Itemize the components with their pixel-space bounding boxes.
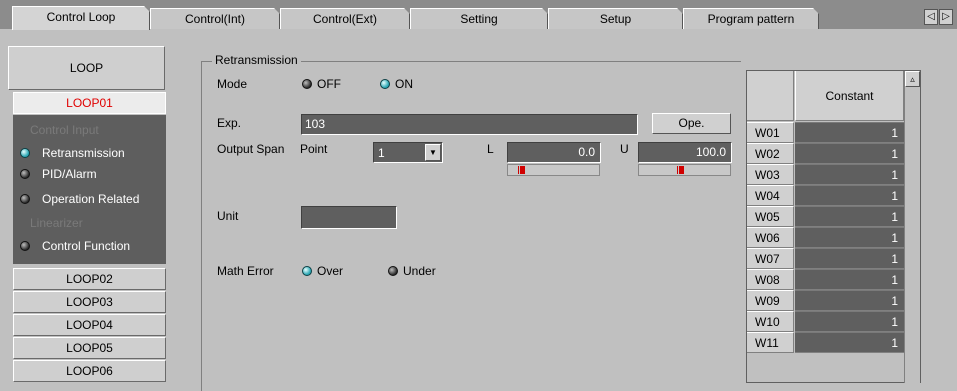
ope-button[interactable]: Ope. [652,113,731,134]
point-label: Point [300,142,328,156]
table-row-value[interactable]: 1 [795,248,904,269]
table-row-value[interactable]: 1 [795,143,904,164]
table-row-value[interactable]: 1 [795,164,904,185]
table-row-value[interactable]: 1 [795,122,904,143]
radio-selected-icon [20,148,30,158]
limit-marker-icon [638,164,731,176]
radio-selected-icon [302,266,312,276]
section-label: Retransmission [42,146,125,160]
section-label: Operation Related [42,192,140,206]
radio-unselected-icon [20,241,30,251]
triangle-right-icon[interactable]: ▷ [939,9,953,25]
tab-program-pattern[interactable]: Program pattern [683,8,819,29]
tab-control-loop[interactable]: Control Loop [12,6,150,30]
tab-control-int[interactable]: Control(Int) [150,8,280,29]
radio-selected-icon [380,79,390,89]
table-row-label: W11 [747,332,794,353]
point-select[interactable]: 1 ▼ [373,142,443,163]
loop-item-loop06[interactable]: LOOP06 [13,360,166,382]
table-row-label: W05 [747,206,794,227]
table-row-label: W01 [747,122,794,143]
loop-header: LOOP [8,46,165,90]
table-row-value[interactable]: 1 [795,227,904,248]
table-row-label: W03 [747,164,794,185]
mode-on-radio[interactable]: ON [380,76,430,92]
table-row-label: W06 [747,227,794,248]
radio-unselected-icon [302,79,312,89]
table-row-label: W04 [747,185,794,206]
table-row-value[interactable]: 1 [795,206,904,227]
limit-marker-icon [507,164,600,176]
scroll-thumb[interactable] [905,88,920,383]
loop-item-loop03[interactable]: LOOP03 [13,291,166,313]
math-error-label: Math Error [217,264,274,278]
unit-label: Unit [217,209,239,223]
tab-setup[interactable]: Setup [548,8,683,29]
under-label: Under [403,264,436,278]
unit-field[interactable] [301,206,397,229]
loop-item-loop02[interactable]: LOOP02 [13,268,166,290]
exp-label: Exp. [217,116,242,130]
tab-setting[interactable]: Setting [410,8,548,29]
triangle-left-icon[interactable]: ◁ [924,9,938,25]
table-row-label: W02 [747,143,794,164]
group-title: Retransmission [212,53,301,67]
mode-off-radio[interactable]: OFF [302,76,362,92]
table-row-value[interactable]: 1 [795,290,904,311]
loop-item-loop05[interactable]: LOOP05 [13,337,166,359]
math-error-over-radio[interactable]: Over [302,263,362,279]
table-row-label: W08 [747,269,794,290]
loop-item-loop01[interactable]: LOOP01 [13,92,166,114]
point-selected-value: 1 [378,146,385,160]
u-value-field[interactable]: 100.0 [638,142,732,163]
exp-field[interactable]: 103 [301,114,638,135]
mode-off-label: OFF [317,77,341,91]
tab-strip: Control Loop Control(Int) Control(Ext) S… [0,0,957,29]
l-label: L [487,142,494,156]
loop-item-loop04[interactable]: LOOP04 [13,314,166,336]
table-row-value[interactable]: 1 [795,185,904,206]
chevron-down-icon[interactable]: ▼ [425,144,441,161]
table-row-value[interactable]: 1 [795,332,904,353]
section-control-input: Control Input [30,123,99,137]
table-row-label: W10 [747,311,794,332]
section-label: PID/Alarm [42,167,97,181]
mode-label: Mode [217,77,248,91]
retransmission-group [201,61,741,391]
tab-control-ext[interactable]: Control(Ext) [280,8,410,29]
u-label: U [620,142,629,156]
radio-unselected-icon [388,266,398,276]
constant-column-header: Constant [795,71,904,121]
scroll-up-icon[interactable]: ▵ [905,71,920,87]
table-row-label: W09 [747,290,794,311]
table-row-value[interactable]: 1 [795,269,904,290]
radio-unselected-icon [20,169,30,179]
section-label: Control Function [42,239,131,253]
radio-unselected-icon [20,194,30,204]
mode-on-label: ON [395,77,413,91]
over-label: Over [317,264,344,278]
output-span-label: Output Span [217,142,285,156]
table-row-value[interactable]: 1 [795,311,904,332]
section-linearizer: Linearizer [30,216,83,230]
table-row-label: W07 [747,248,794,269]
math-error-under-radio[interactable]: Under [388,263,458,279]
table-corner-header [747,71,794,121]
table-scrollbar[interactable]: ▵ [904,71,920,383]
l-value-field[interactable]: 0.0 [507,142,601,163]
